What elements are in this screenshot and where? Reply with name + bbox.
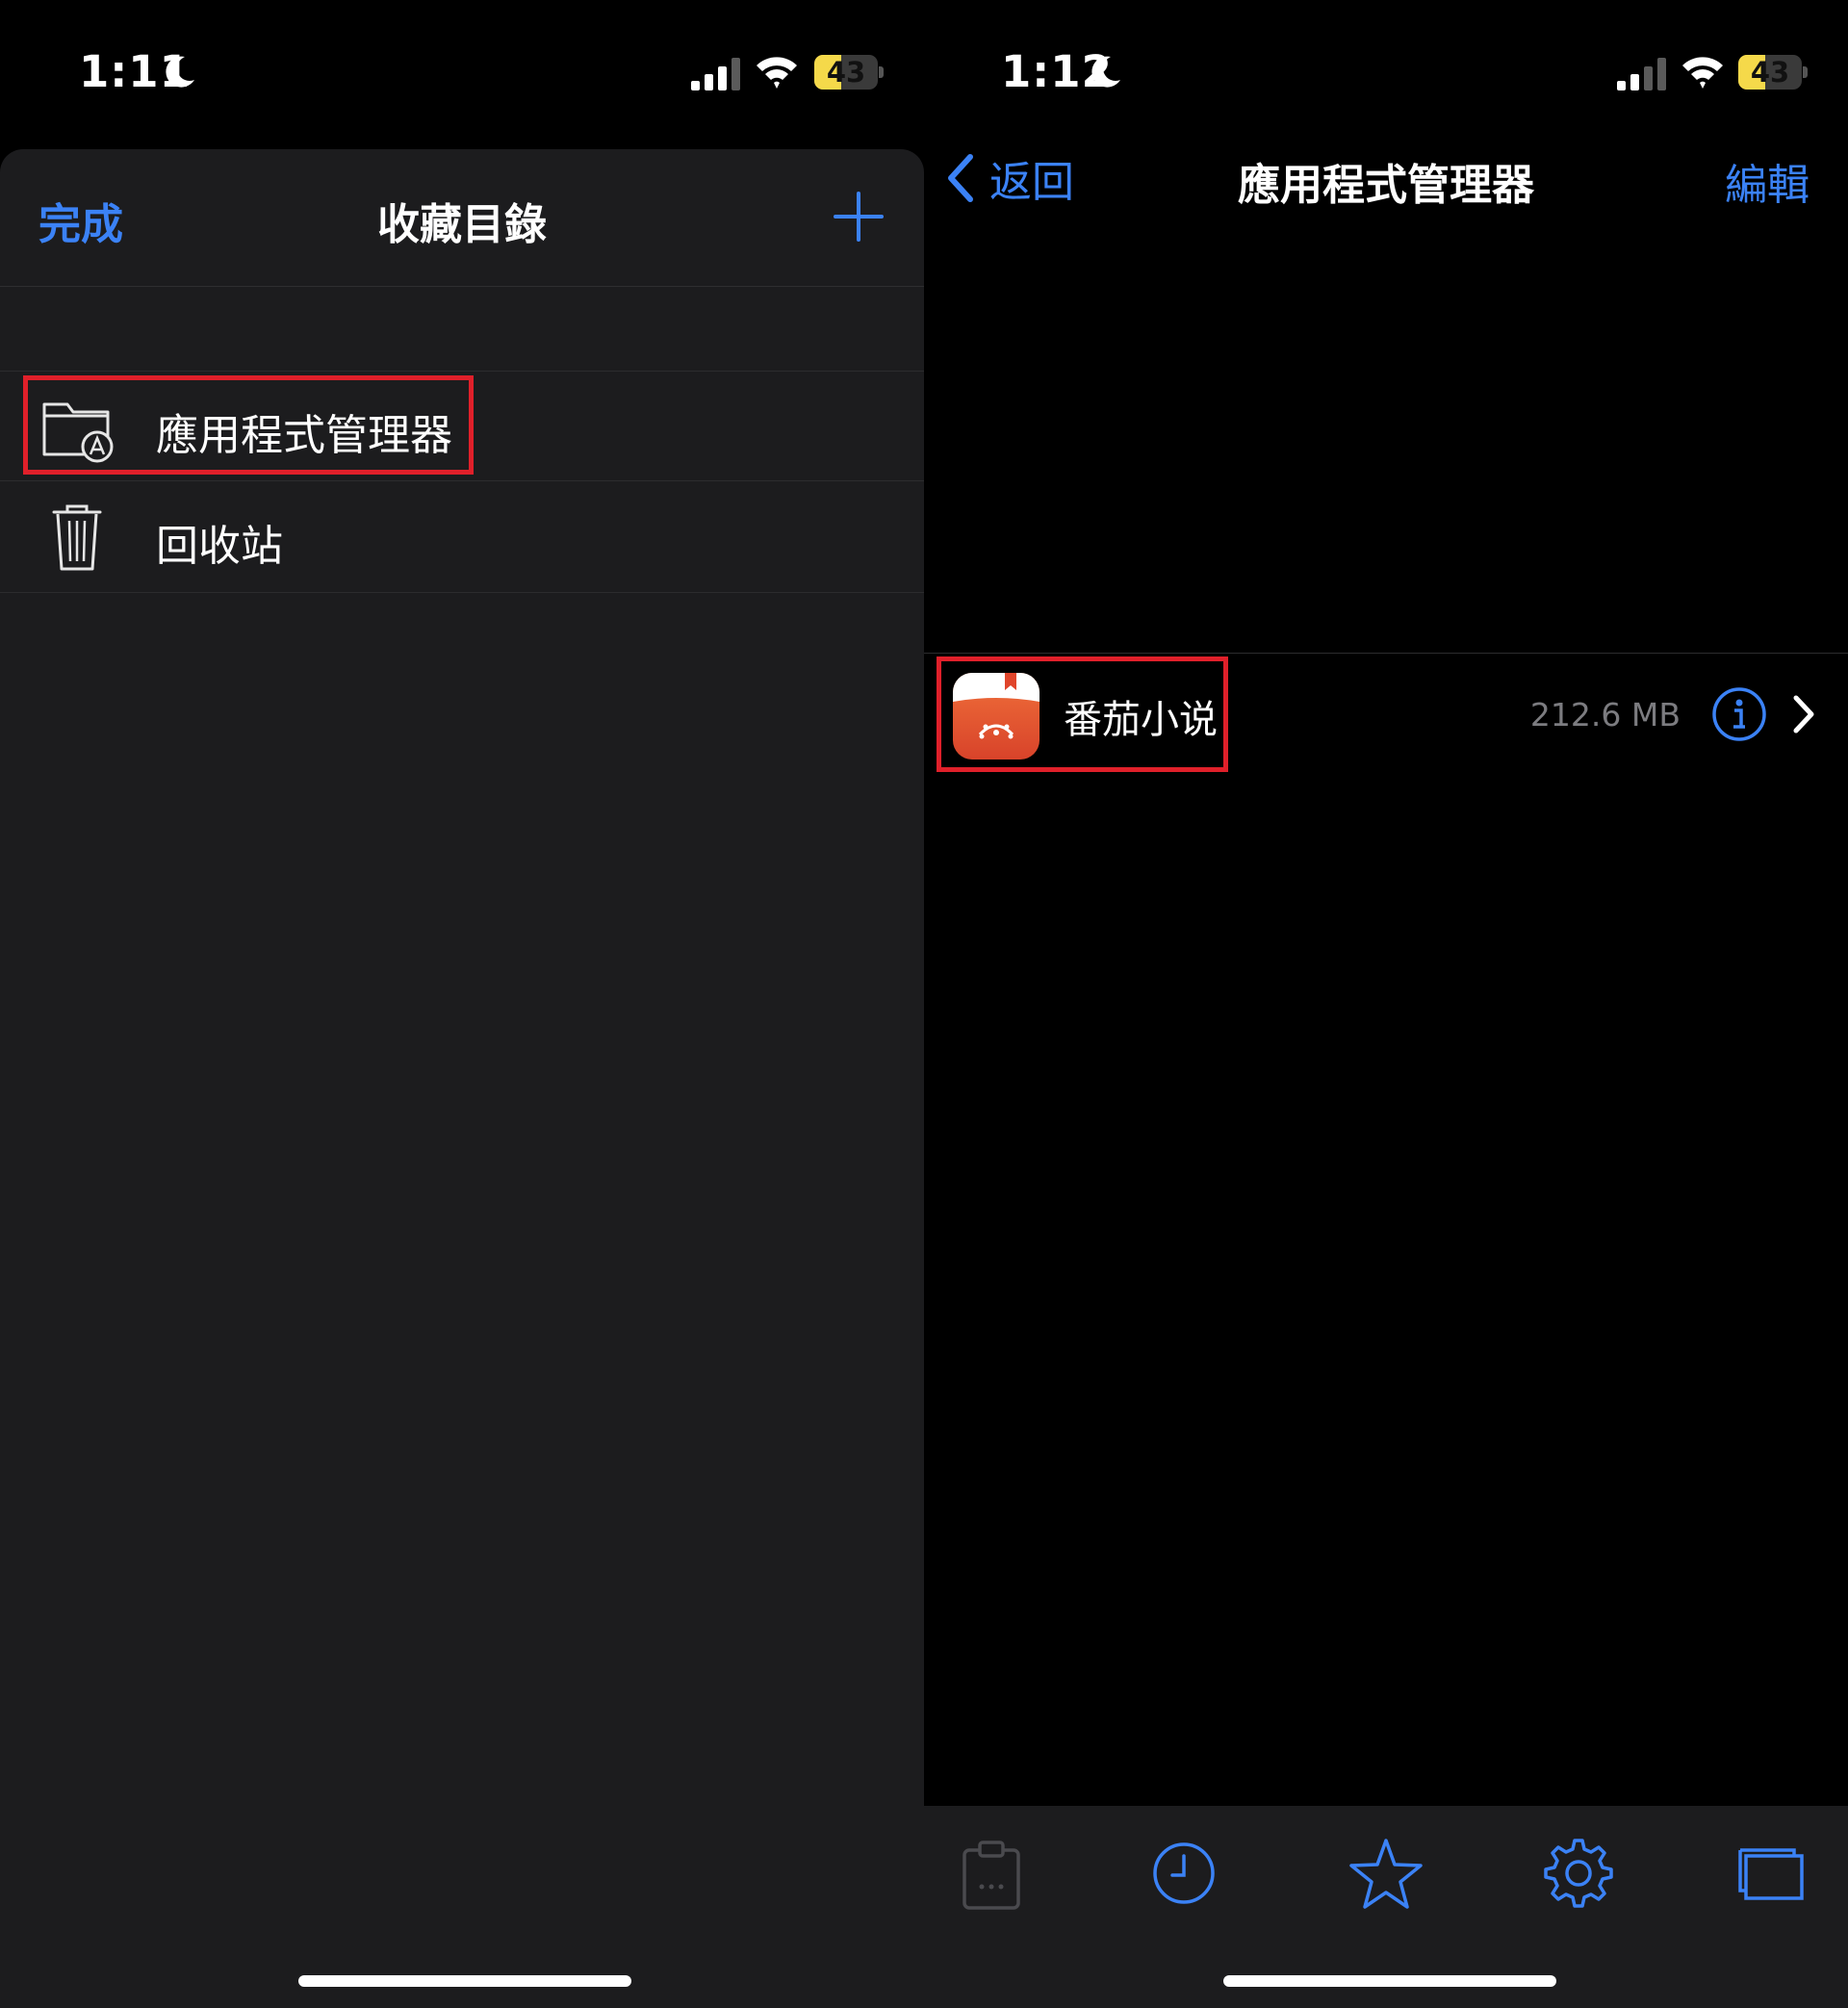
highlight-box — [937, 656, 1228, 772]
trash-icon — [52, 504, 102, 571]
favorites-sheet: 完成 收藏目錄 應用程式管理器 回收站 — [0, 149, 924, 2008]
battery-percent: 43 — [826, 56, 866, 89]
app-size: 212.6 MB — [1529, 696, 1681, 734]
status-bar: 1:12 43 — [924, 0, 1848, 144]
list-item-trash[interactable]: 回收站 — [0, 482, 924, 593]
gear-icon[interactable] — [1540, 1835, 1617, 1912]
highlight-box — [23, 375, 474, 475]
plus-icon[interactable] — [832, 190, 886, 244]
nav-bar: 返回 應用程式管理器 編輯 — [924, 144, 1848, 250]
moon-icon — [166, 56, 194, 88]
battery-indicator: 43 — [814, 55, 884, 90]
cellular-signal-icon — [691, 58, 740, 90]
status-bar: 1:11 43 — [0, 0, 924, 144]
star-icon[interactable] — [1348, 1835, 1424, 1912]
info-icon[interactable] — [1711, 686, 1767, 742]
cellular-signal-icon — [1617, 58, 1666, 90]
wifi-icon — [757, 57, 797, 89]
moon-icon — [1091, 56, 1120, 88]
battery-indicator: 43 — [1738, 55, 1808, 90]
wifi-icon — [1682, 57, 1723, 89]
home-indicator — [1223, 1975, 1556, 1987]
list-item-label: 回收站 — [156, 522, 283, 571]
sheet-header: 完成 收藏目錄 — [0, 149, 924, 287]
home-indicator — [298, 1975, 631, 1987]
clipboard-icon[interactable] — [953, 1835, 1030, 1912]
right-screenshot: 1:12 43 返回 應用程式管理器 編輯 番茄小说 212.6 MB — [924, 0, 1848, 2008]
chevron-right-icon[interactable] — [1788, 694, 1817, 734]
windows-icon[interactable] — [1732, 1835, 1810, 1912]
clock-icon[interactable] — [1145, 1835, 1222, 1912]
battery-percent: 43 — [1750, 56, 1790, 89]
edit-button[interactable]: 編輯 — [1725, 150, 1810, 212]
page-title: 應用程式管理器 — [1238, 161, 1534, 210]
sheet-title: 收藏目錄 — [377, 200, 547, 249]
left-screenshot: 1:11 43 完成 收藏目錄 應用程式管理器 回收站 — [0, 0, 924, 2008]
